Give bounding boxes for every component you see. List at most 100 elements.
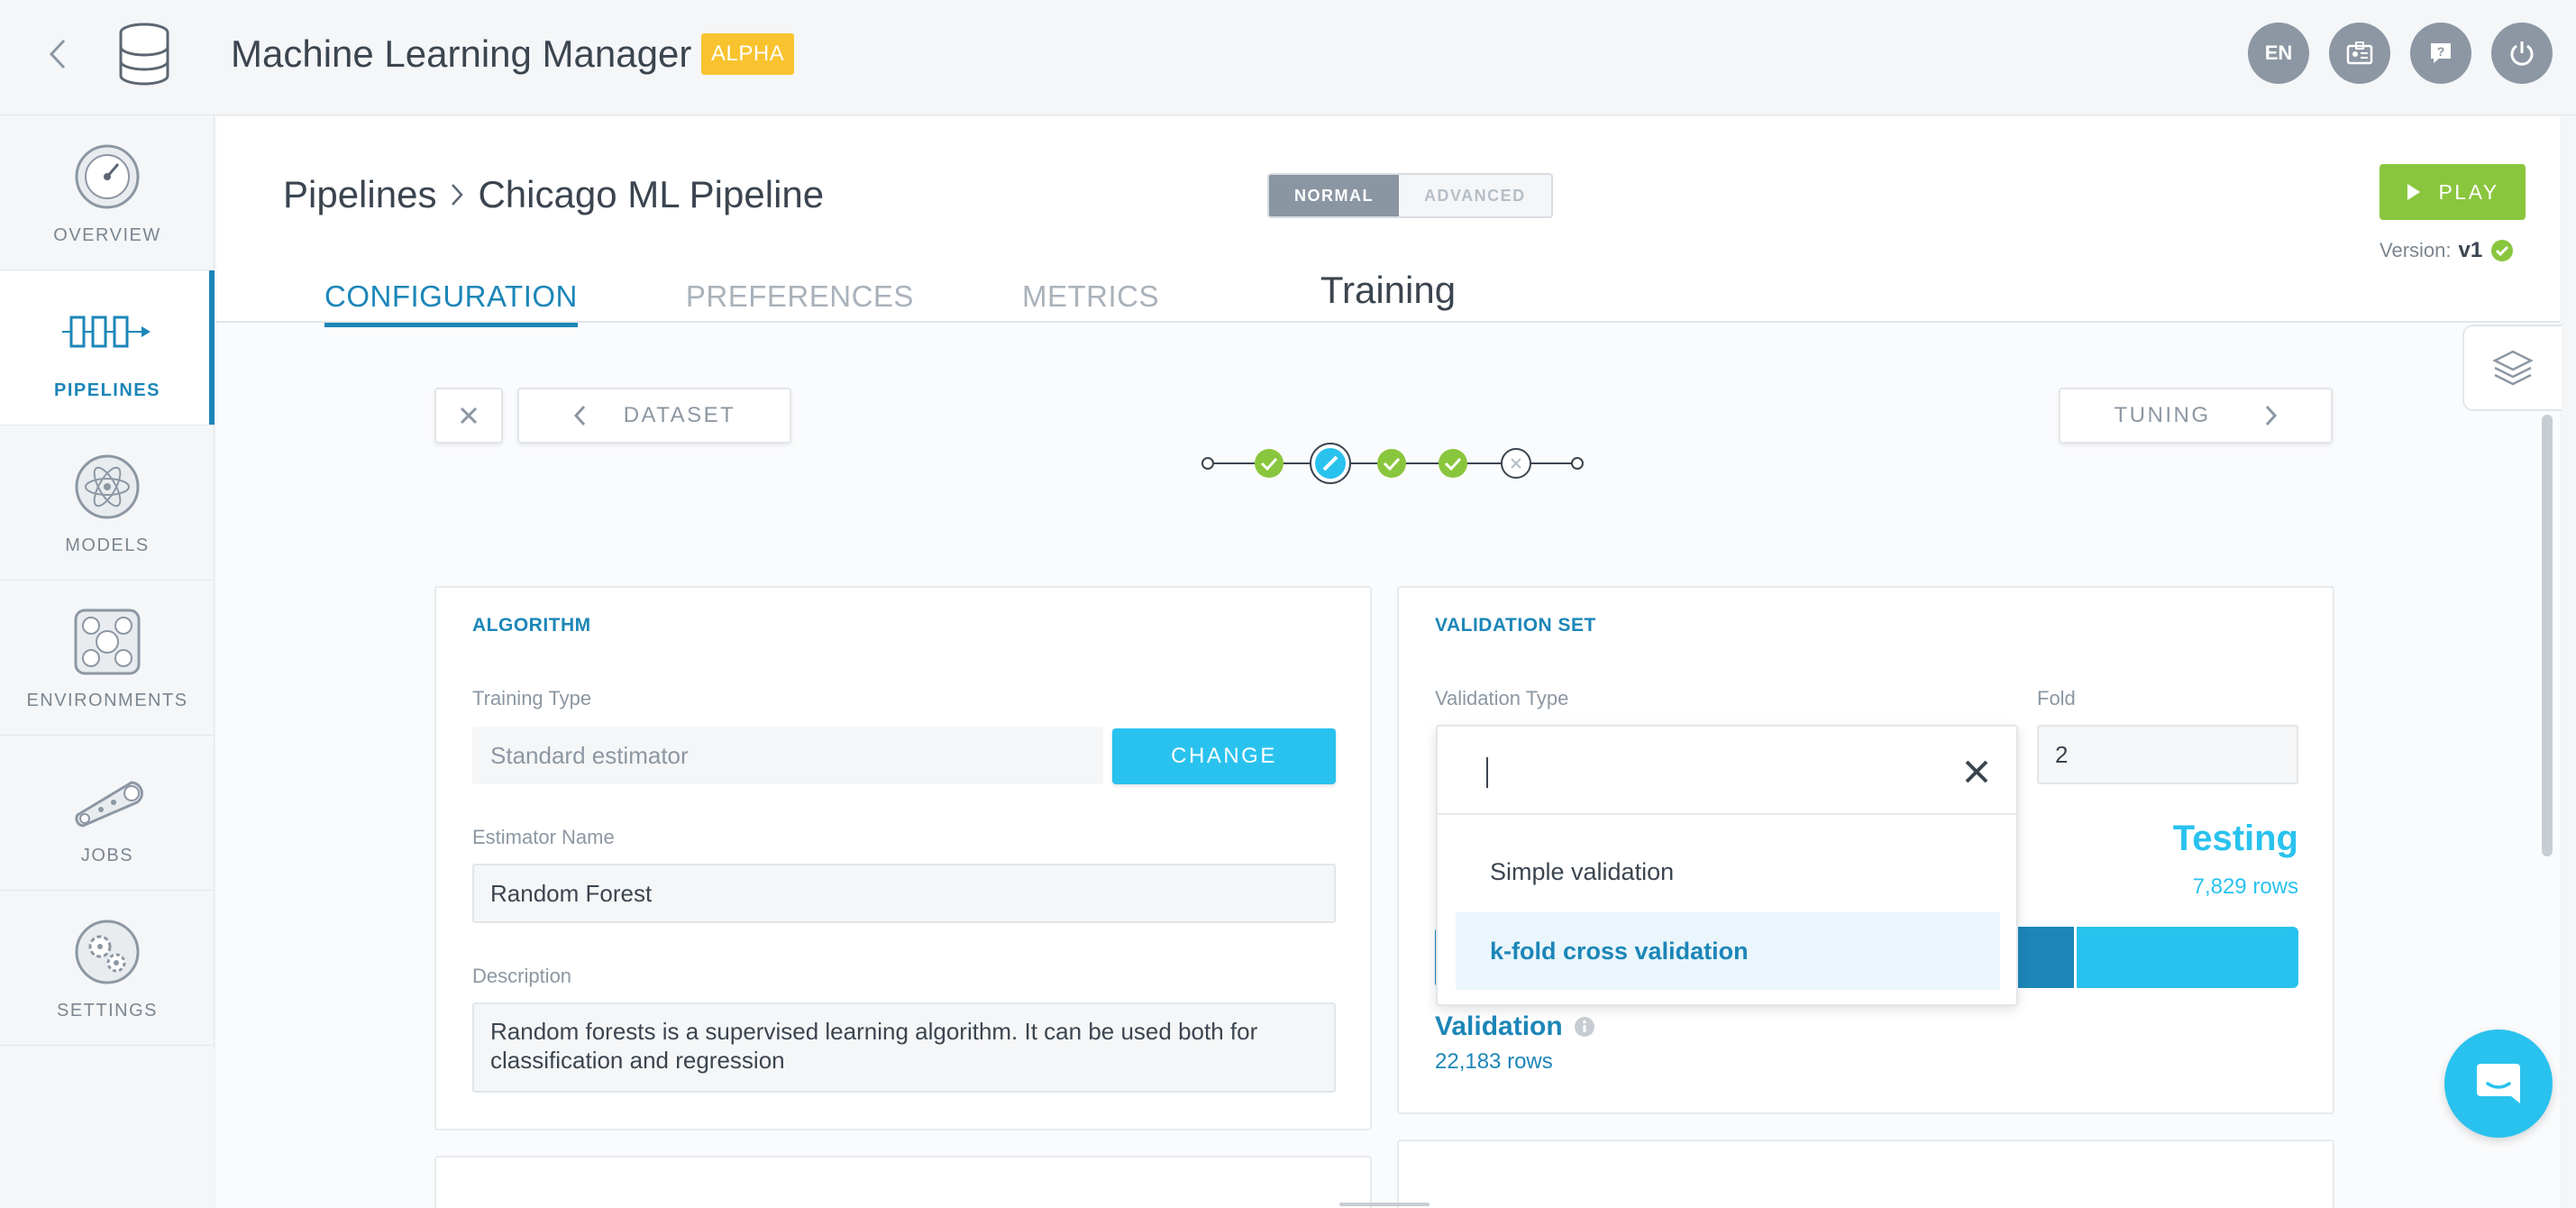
option-simple-validation[interactable]: Simple validation [1456, 833, 2000, 911]
fold-input[interactable]: 2 [2037, 725, 2298, 784]
alpha-badge: ALPHA [701, 33, 795, 75]
info-icon[interactable] [1574, 1016, 1595, 1038]
svg-text:?: ? [2437, 44, 2445, 59]
validation-summary: Validation [1435, 1011, 1595, 1042]
atom-icon [73, 453, 142, 521]
mode-advanced[interactable]: ADVANCED [1399, 175, 1551, 216]
estimator-name-input[interactable]: Random Forest [472, 864, 1336, 923]
sidebar: OVERVIEW PIPELINES MODELS ENVIRONMENTS J… [0, 115, 215, 1048]
id-card-button[interactable] [2329, 23, 2390, 84]
play-icon [2407, 184, 2421, 200]
app-title: Machine Learning Manager [231, 32, 692, 75]
validation-type-search[interactable] [1438, 727, 2016, 815]
validation-label: Validation [1435, 1011, 1563, 1041]
chevron-right-icon [452, 184, 464, 206]
gauge-icon [73, 142, 142, 211]
power-icon [2510, 41, 2534, 66]
step-start-dot [1201, 457, 1214, 470]
step-current-icon[interactable] [1310, 443, 1351, 484]
option-kfold-cross-validation[interactable]: k-fold cross validation [1456, 912, 2000, 990]
step-end-dot [1571, 457, 1584, 470]
next-step-button[interactable]: TUNING [2059, 388, 2333, 444]
layers-button[interactable] [2462, 325, 2562, 411]
breadcrumb-current: Chicago ML Pipeline [478, 173, 825, 215]
play-button[interactable]: PLAY [2380, 164, 2526, 220]
mode-normal[interactable]: NORMAL [1269, 175, 1399, 216]
gears-icon [73, 918, 142, 986]
top-bar: Machine Learning Manager ALPHA EN ? [0, 0, 2576, 115]
card-title: ALGORITHM [472, 615, 591, 636]
step-done-icon[interactable] [1439, 449, 1467, 478]
validation-type-dropdown[interactable]: Simple validation k-fold cross validatio… [1436, 725, 2018, 1006]
change-button[interactable]: CHANGE [1112, 728, 1336, 784]
close-button[interactable] [434, 388, 503, 444]
vertical-scrollbar[interactable] [2542, 415, 2553, 856]
id-card-icon [2346, 41, 2373, 65]
tab-metrics[interactable]: METRICS [1022, 279, 1159, 327]
sidebar-item-settings[interactable]: SETTINGS [0, 891, 215, 1046]
step-done-icon[interactable] [1377, 449, 1406, 478]
step-title: Training [1320, 269, 1457, 311]
logout-button[interactable] [2491, 23, 2553, 84]
clear-icon[interactable] [1959, 754, 1995, 790]
dependencies-card [434, 1156, 1372, 1208]
sidebar-item-pipelines[interactable]: PIPELINES [0, 270, 215, 426]
scoring-card [1397, 1139, 2334, 1208]
check-circle-icon [2491, 240, 2514, 261]
chat-icon [2477, 1064, 2520, 1103]
breadcrumb-root[interactable]: Pipelines [283, 173, 436, 216]
sidebar-item-label: MODELS [65, 535, 150, 555]
training-type-field: Standard estimator [472, 727, 1103, 784]
tabs: CONFIGURATION PREFERENCES METRICS [324, 279, 1159, 327]
step-done-icon[interactable] [1255, 449, 1283, 478]
testing-split-segment [2076, 927, 2298, 988]
conveyor-icon [73, 763, 143, 831]
close-icon [460, 407, 478, 425]
tab-configuration[interactable]: CONFIGURATION [324, 279, 578, 327]
version-info: Version: v1 [2380, 238, 2515, 263]
chat-button[interactable] [2444, 1030, 2553, 1138]
back-icon[interactable] [41, 34, 74, 74]
language-button[interactable]: EN [2248, 23, 2309, 84]
training-type-label: Training Type [472, 687, 592, 709]
sidebar-item-label: OVERVIEW [53, 225, 161, 245]
estimator-name-label: Estimator Name [472, 826, 615, 848]
testing-rows: 7,829 rows [2192, 874, 2298, 899]
version-value: v1 [2458, 238, 2483, 262]
mode-toggle[interactable]: NORMAL ADVANCED [1267, 173, 1553, 218]
chevron-right-icon [2265, 405, 2277, 426]
environment-icon [73, 608, 142, 676]
language-label: EN [2264, 41, 2293, 64]
validation-rows: 22,183 rows [1435, 1049, 1553, 1074]
help-button[interactable]: ? [2410, 23, 2471, 84]
next-step-label: TUNING [2114, 403, 2211, 427]
sidebar-item-label: SETTINGS [56, 1001, 158, 1020]
database-icon [115, 22, 173, 87]
chevron-left-icon [573, 405, 585, 426]
sidebar-item-label: JOBS [80, 846, 134, 865]
testing-label: Testing [2172, 819, 2298, 858]
help-chat-icon: ? [2431, 43, 2451, 63]
sidebar-item-jobs[interactable]: JOBS [0, 736, 215, 891]
fold-label: Fold [2037, 687, 2076, 709]
tab-preferences[interactable]: PREFERENCES [686, 279, 914, 327]
version-label: Version: [2380, 239, 2452, 261]
sidebar-item-label: PIPELINES [54, 380, 160, 400]
description-textarea[interactable]: Random forests is a supervised learning … [472, 1002, 1336, 1093]
play-label: PLAY [2438, 179, 2499, 204]
prev-step-label: DATASET [623, 403, 736, 427]
validation-type-label: Validation Type [1435, 687, 1569, 709]
sidebar-item-models[interactable]: MODELS [0, 426, 215, 581]
sidebar-item-environments[interactable]: ENVIRONMENTS [0, 581, 215, 736]
layers-icon [2492, 350, 2534, 386]
card-title: VALIDATION SET [1435, 615, 1596, 636]
step-error-icon[interactable] [1501, 448, 1531, 479]
step-progress [1201, 443, 1584, 484]
prev-step-button[interactable]: DATASET [517, 388, 791, 444]
text-caret [1486, 757, 1488, 788]
sidebar-item-overview[interactable]: OVERVIEW [0, 115, 215, 270]
pipeline-icon [62, 297, 151, 366]
algorithm-card: ALGORITHM Training Type Standard estimat… [434, 586, 1372, 1130]
horizontal-scrollbar[interactable] [1339, 1203, 1430, 1206]
breadcrumb: Pipelines Chicago ML Pipeline [283, 173, 824, 216]
